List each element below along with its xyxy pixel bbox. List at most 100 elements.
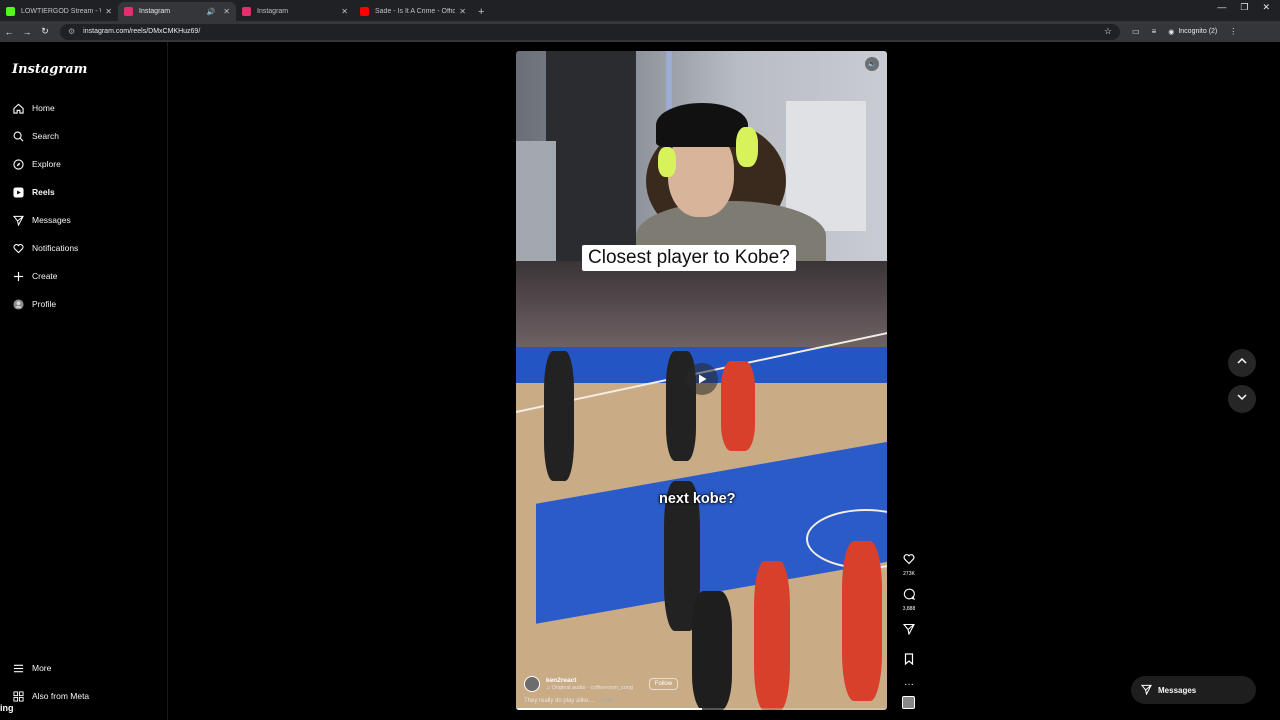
browser-tab-active[interactable]: Instagram 🔊 ✕ (118, 2, 236, 21)
instagram-page: Instagram Home Search Explore Reels Mess… (0, 42, 1280, 720)
play-icon[interactable] (686, 363, 718, 395)
incognito-label: Incognito (2) (1178, 28, 1218, 35)
instagram-favicon-icon (242, 7, 251, 16)
toolbar-right: ▭ ≡ ◉ Incognito (2) ⋮ (1132, 27, 1237, 36)
video-progress-fill (516, 708, 702, 710)
back-icon[interactable]: ← (0, 27, 18, 37)
more-link[interactable]: more (601, 698, 615, 704)
sidebar-item-label: Home (32, 103, 55, 113)
comment-button[interactable]: 3,888 (903, 587, 916, 612)
sidebar-item-home[interactable]: Home (12, 102, 55, 114)
url-field[interactable]: ⚙ instagram.com/reels/DMxCMKHuz69/ ☆ (60, 23, 1120, 40)
audio-label[interactable]: ♫ Original audio · coffeeroom_coog (546, 685, 633, 691)
media-controls-icon[interactable]: ≡ (1152, 27, 1157, 36)
reload-icon[interactable]: ↻ (36, 26, 54, 37)
sidebar-item-label: Explore (32, 159, 61, 169)
video-frame-basketball (516, 261, 887, 710)
instagram-favicon-icon (124, 7, 133, 16)
like-button[interactable]: 273K (903, 552, 915, 577)
avatar-icon (12, 298, 24, 310)
cast-icon[interactable]: ▭ (1132, 27, 1140, 36)
sidebar-item-explore[interactable]: Explore (12, 158, 61, 170)
share-button[interactable] (902, 622, 915, 640)
close-window-icon[interactable]: ✕ (1262, 2, 1270, 13)
messages-pill-button[interactable]: Messages (1131, 676, 1256, 704)
browser-tab-bar: LOWTIERGOD Stream - Watch ✕ Instagram 🔊 … (0, 0, 1280, 21)
paper-plane-icon (902, 622, 915, 640)
video-overlay-text: next kobe? (659, 491, 736, 507)
music-note-icon: ♫ (546, 685, 551, 691)
browser-tab[interactable]: Instagram ✕ (236, 2, 354, 21)
audio-text: Original audio · coffeeroom_coog (551, 685, 633, 691)
site-info-icon[interactable]: ⚙ (68, 27, 75, 36)
sidebar: Instagram Home Search Explore Reels Mess… (0, 42, 168, 720)
paper-plane-icon (12, 214, 24, 226)
plus-icon (12, 270, 24, 282)
restore-icon[interactable]: ❐ (1240, 2, 1248, 13)
like-count: 273K (903, 571, 915, 577)
kick-favicon-icon (6, 7, 15, 16)
messages-pill-label: Messages (1158, 685, 1197, 695)
instagram-logo[interactable]: Instagram (12, 62, 87, 77)
previous-reel-button[interactable] (1228, 349, 1256, 377)
sidebar-item-label: Search (32, 131, 59, 141)
sidebar-item-label: Messages (32, 215, 71, 225)
sidebar-item-label: Notifications (32, 243, 79, 253)
sidebar-item-more[interactable]: More (12, 662, 51, 674)
audio-thumbnail[interactable] (902, 696, 915, 709)
close-icon[interactable]: ✕ (223, 7, 230, 16)
tab-title: Instagram (139, 8, 171, 15)
incognito-indicator[interactable]: ◉ Incognito (2) (1168, 28, 1217, 36)
search-icon (12, 130, 24, 142)
speaker-icon[interactable]: 🔊 (207, 8, 216, 16)
sidebar-item-notifications[interactable]: Notifications (12, 242, 78, 254)
author-row: ken2react ♫ Original audio · coffeeroom_… (524, 676, 864, 692)
menu-icon (12, 662, 24, 674)
sidebar-item-also-from-meta[interactable]: Also from Meta (12, 690, 89, 702)
more-options-button[interactable]: ··· (904, 679, 914, 690)
sidebar-item-messages[interactable]: Messages (12, 214, 71, 226)
close-icon[interactable]: ✕ (105, 7, 112, 16)
edge-text-fragment: ing (0, 703, 14, 713)
reel-actions: 273K 3,888 ··· (900, 552, 918, 690)
video-caption-box: Closest player to Kobe? (582, 245, 796, 271)
sidebar-item-label: Also from Meta (32, 691, 90, 701)
tab-title: Instagram (257, 8, 289, 15)
sidebar-item-reels[interactable]: Reels (12, 186, 55, 198)
sidebar-item-label: Profile (32, 299, 57, 309)
heart-icon (12, 242, 24, 254)
ellipsis-icon: ··· (904, 679, 914, 690)
next-reel-button[interactable] (1228, 385, 1256, 413)
video-progress-bar[interactable] (516, 708, 887, 710)
follow-button[interactable]: Follow (648, 678, 679, 690)
tab-title: Sade - Is It A Crime - Official (375, 8, 456, 15)
browser-tab[interactable]: LOWTIERGOD Stream - Watch ✕ (0, 2, 118, 21)
author-name[interactable]: ken2react (546, 677, 633, 684)
reels-icon (12, 186, 24, 198)
bookmark-star-icon[interactable]: ☆ (1104, 26, 1112, 37)
close-icon[interactable]: ✕ (341, 7, 348, 16)
sidebar-item-search[interactable]: Search (12, 130, 59, 142)
sidebar-item-label: Create (32, 271, 58, 281)
browser-tab[interactable]: Sade - Is It A Crime - Official ✕ (354, 2, 472, 21)
sidebar-item-profile[interactable]: Profile (12, 298, 56, 310)
reel-description: They really do play alike.... more (524, 698, 864, 704)
meta-icon (12, 690, 24, 702)
minimize-icon[interactable]: — (1217, 2, 1226, 13)
save-button[interactable] (903, 652, 915, 670)
kebab-menu-icon[interactable]: ⋮ (1229, 27, 1237, 36)
sidebar-item-label: Reels (32, 187, 55, 197)
reel-video[interactable]: 🔈 Closest player to Kobe? next kobe? ken… (516, 51, 887, 710)
author-avatar[interactable] (524, 676, 540, 692)
forward-icon[interactable]: → (18, 27, 36, 37)
home-icon (12, 102, 24, 114)
reel-footer: ken2react ♫ Original audio · coffeeroom_… (524, 676, 864, 704)
volume-icon[interactable]: 🔈 (865, 57, 879, 71)
close-icon[interactable]: ✕ (459, 7, 466, 16)
new-tab-icon[interactable]: + (478, 6, 484, 18)
comment-icon (903, 587, 916, 605)
compass-icon (12, 158, 24, 170)
sidebar-item-create[interactable]: Create (12, 270, 58, 282)
paper-plane-icon (1140, 684, 1152, 697)
chevron-down-icon (1236, 390, 1248, 408)
